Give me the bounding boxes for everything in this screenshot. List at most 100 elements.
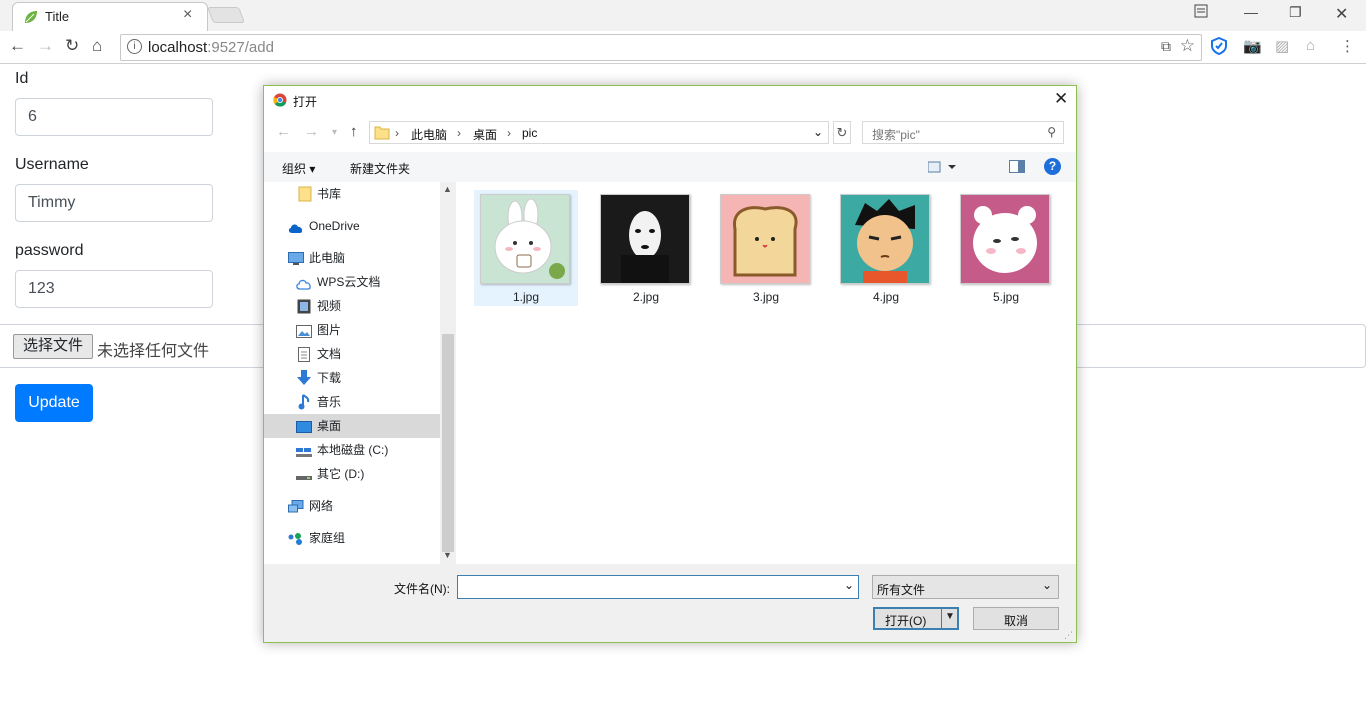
file-item[interactable]: 1.jpg xyxy=(474,190,578,306)
resize-grip-icon[interactable]: ⋰ xyxy=(1064,630,1073,641)
file-status: 未选择任何文件 xyxy=(97,343,210,360)
dialog-close-icon[interactable]: ✕ xyxy=(1054,89,1068,109)
forward-icon[interactable]: → xyxy=(37,36,54,56)
search-input[interactable]: 搜索"pic" ⚲ xyxy=(862,121,1064,144)
tree-item-library[interactable]: 书库 xyxy=(264,182,440,206)
tree-scrollbar[interactable]: ▲ ▼ xyxy=(440,182,456,564)
cancel-button[interactable]: 取消 xyxy=(973,607,1059,630)
refresh-icon[interactable]: ↻ xyxy=(833,121,851,144)
tree-item-onedrive[interactable]: OneDrive xyxy=(264,214,440,238)
filename-input[interactable]: ⌄ xyxy=(457,575,859,599)
tree-item-this-pc[interactable]: 此电脑 xyxy=(264,246,440,270)
home-icon[interactable]: ⌂ xyxy=(92,36,102,56)
browser-tab[interactable]: Title × xyxy=(12,2,208,31)
picture-icon xyxy=(296,322,312,338)
preview-pane-icon[interactable] xyxy=(1009,160,1025,178)
translate-icon[interactable]: ⧉ xyxy=(1161,38,1171,55)
recent-chevron-icon[interactable]: ▾ xyxy=(332,127,337,138)
breadcrumb-item[interactable]: 此电脑 xyxy=(411,126,447,143)
tree-item-label: 视频 xyxy=(317,299,342,313)
tree-item-music[interactable]: 音乐 xyxy=(264,390,440,414)
filename-dropdown-icon[interactable]: ⌄ xyxy=(844,578,854,592)
tree-item-label: WPS云文档 xyxy=(317,275,381,289)
file-item[interactable]: 5.jpg xyxy=(954,190,1058,306)
thumbnail-boy-image xyxy=(840,194,930,284)
window-close-icon[interactable]: ✕ xyxy=(1335,4,1348,24)
tree-item-homegroup[interactable]: 家庭组 xyxy=(264,526,440,550)
up-arrow-icon[interactable]: ↑ xyxy=(350,123,358,140)
back-icon[interactable]: ← xyxy=(9,36,26,56)
scroll-up-icon[interactable]: ▲ xyxy=(443,184,452,194)
file-name: 2.jpg xyxy=(632,290,660,304)
update-button[interactable]: Update xyxy=(15,384,93,422)
tree-item-drive-d[interactable]: 其它 (D:) xyxy=(264,462,440,486)
scroll-down-icon[interactable]: ▼ xyxy=(443,550,452,560)
organize-button[interactable]: 组织 ▾ xyxy=(282,160,315,177)
network-icon xyxy=(288,498,304,514)
file-item[interactable]: 3.jpg xyxy=(714,190,818,306)
search-placeholder: 搜索"pic" xyxy=(872,128,920,142)
back-arrow-icon[interactable]: ← xyxy=(276,123,291,140)
file-name: 1.jpg xyxy=(512,290,540,304)
dialog-footer: 文件名(N): ⌄ 所有文件 ⌄ 打开(O) ▼ 取消 ⋰ xyxy=(264,564,1076,642)
tree-item-wps[interactable]: WPS云文档 xyxy=(264,270,440,294)
chart-extension-icon[interactable]: ▨ xyxy=(1275,37,1289,55)
username-input[interactable]: Timmy xyxy=(15,184,213,222)
profile-icon[interactable] xyxy=(1194,4,1208,21)
forward-arrow-icon[interactable]: → xyxy=(304,123,319,140)
scrollbar-thumb[interactable] xyxy=(442,334,454,552)
cloud-outline-icon xyxy=(296,274,312,290)
breadcrumb-item[interactable]: 桌面 xyxy=(473,126,497,143)
tree-item-label: 家庭组 xyxy=(309,531,346,545)
bookmark-star-icon[interactable]: ☆ xyxy=(1180,36,1195,56)
filetype-select[interactable]: 所有文件 ⌄ xyxy=(872,575,1059,599)
new-folder-button[interactable]: 新建文件夹 xyxy=(350,160,410,177)
tree-item-label: 下载 xyxy=(317,371,342,385)
leaf-favicon-icon xyxy=(23,9,39,30)
id-input[interactable]: 6 xyxy=(15,98,213,136)
open-button[interactable]: 打开(O) ▼ xyxy=(873,607,959,630)
path-bar[interactable]: › 此电脑 › 桌面 › pic ⌄ xyxy=(369,121,829,144)
chevron-right-icon: › xyxy=(457,126,461,140)
menu-icon[interactable]: ⋮ xyxy=(1340,37,1355,55)
restore-icon[interactable]: ❐ xyxy=(1289,4,1302,21)
tab-close-icon[interactable]: × xyxy=(183,6,192,24)
tree-item-video[interactable]: 视频 xyxy=(264,294,440,318)
password-input[interactable]: 123 xyxy=(15,270,213,308)
navigation-tree: 书库 OneDrive 此电脑 WPS云文档 视频 图片 文档 下载 音乐 桌面… xyxy=(264,182,456,564)
open-dropdown-icon[interactable]: ▼ xyxy=(945,611,955,622)
help-icon[interactable]: ? xyxy=(1044,158,1061,175)
tree-item-label: 网络 xyxy=(309,499,334,513)
view-options-icon[interactable] xyxy=(927,160,958,178)
dialog-nav-row: ← → ▾ ↑ › 此电脑 › 桌面 › pic ⌄ ↻ 搜索"pic" ⚲ xyxy=(264,118,1076,148)
new-tab-button[interactable] xyxy=(207,7,245,23)
search-icon: ⚲ xyxy=(1047,125,1056,139)
minimize-icon[interactable]: — xyxy=(1244,4,1258,20)
cloud-icon xyxy=(288,218,304,234)
address-bar[interactable]: i localhost:9527/add ⧉ ☆ xyxy=(120,34,1202,61)
file-name: 5.jpg xyxy=(992,290,1020,304)
tree-item-label: 其它 (D:) xyxy=(317,467,365,481)
file-item[interactable]: 4.jpg xyxy=(834,190,938,306)
document-icon xyxy=(298,346,314,362)
camera-extension-icon[interactable]: 📷 xyxy=(1243,37,1262,55)
info-icon[interactable]: i xyxy=(127,39,142,54)
path-dropdown-icon[interactable]: ⌄ xyxy=(813,125,823,139)
choose-file-button[interactable]: 选择文件 xyxy=(13,334,93,359)
tree-item-network[interactable]: 网络 xyxy=(264,494,440,518)
drive-icon xyxy=(296,442,312,458)
file-item[interactable]: 2.jpg xyxy=(594,190,698,306)
chevron-down-icon: ⌄ xyxy=(1041,578,1052,592)
tree-item-pictures[interactable]: 图片 xyxy=(264,318,440,342)
shield-extension-icon[interactable] xyxy=(1211,36,1227,59)
download-icon xyxy=(297,370,313,386)
password-label: password xyxy=(15,242,84,259)
tree-item-label: 本地磁盘 (C:) xyxy=(317,443,389,457)
home-extension-icon[interactable]: ⌂ xyxy=(1306,37,1315,54)
tree-item-desktop[interactable]: 桌面 xyxy=(264,414,440,438)
tree-item-drive-c[interactable]: 本地磁盘 (C:) xyxy=(264,438,440,462)
breadcrumb-item[interactable]: pic xyxy=(522,126,537,140)
reload-icon[interactable]: ↻ xyxy=(65,36,79,56)
tree-item-documents[interactable]: 文档 xyxy=(264,342,440,366)
tree-item-downloads[interactable]: 下载 xyxy=(264,366,440,390)
